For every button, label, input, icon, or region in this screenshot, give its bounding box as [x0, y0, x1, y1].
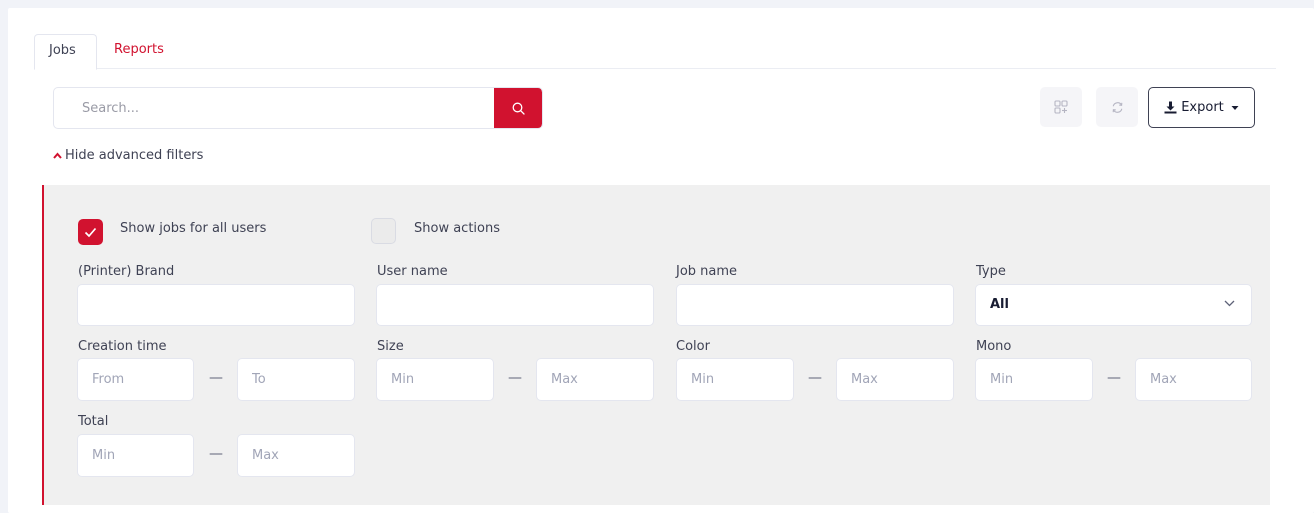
type-label: Type [976, 264, 1006, 279]
color-label: Color [676, 339, 710, 354]
type-select-value: All [990, 297, 1009, 312]
export-label: Export [1181, 100, 1224, 115]
size-max-input[interactable] [536, 358, 654, 401]
total-min-input[interactable] [77, 434, 194, 477]
search-input[interactable] [54, 88, 496, 128]
search-button[interactable] [494, 88, 542, 128]
job-name-input[interactable] [676, 284, 954, 326]
tab-reports[interactable]: Reports [100, 34, 178, 70]
export-button[interactable]: Export [1148, 87, 1255, 128]
total-max-input[interactable] [237, 434, 355, 477]
creation-time-from-input[interactable] [77, 358, 194, 401]
show-all-users-label: Show jobs for all users [120, 221, 267, 236]
creation-time-separator: — [209, 370, 223, 386]
hide-advanced-filters-label: Hide advanced filters [65, 148, 204, 163]
mono-label: Mono [976, 339, 1012, 354]
search-icon [512, 102, 525, 115]
mono-separator: — [1107, 370, 1121, 386]
caret-down-icon [1231, 105, 1239, 110]
mono-max-input[interactable] [1135, 358, 1252, 401]
color-max-input[interactable] [836, 358, 954, 401]
refresh-button[interactable] [1096, 87, 1138, 127]
total-separator: — [209, 446, 223, 462]
size-min-input[interactable] [376, 358, 494, 401]
show-actions-label: Show actions [414, 221, 500, 236]
refresh-icon [1112, 101, 1122, 113]
tab-bar: Jobs Reports [34, 34, 1276, 70]
caret-up-icon [53, 152, 62, 159]
size-label: Size [377, 339, 404, 354]
chevron-down-icon [1224, 300, 1235, 307]
show-all-users-checkbox[interactable] [78, 219, 103, 245]
color-separator: — [808, 370, 822, 386]
creation-time-label: Creation time [78, 339, 167, 354]
color-min-input[interactable] [676, 358, 794, 401]
user-name-input[interactable] [376, 284, 654, 326]
download-icon [1164, 101, 1177, 114]
user-name-label: User name [377, 264, 448, 279]
brand-label: (Printer) Brand [78, 264, 175, 279]
size-separator: — [508, 370, 522, 386]
column-layout-button[interactable] [1040, 87, 1082, 127]
search-bar [53, 87, 543, 129]
tab-jobs[interactable]: Jobs [34, 34, 97, 70]
creation-time-to-input[interactable] [237, 358, 355, 401]
job-name-label: Job name [676, 264, 738, 279]
show-actions-checkbox[interactable] [371, 218, 396, 244]
checkmark-icon [84, 227, 97, 237]
type-select[interactable]: All [975, 284, 1252, 326]
hide-advanced-filters-link[interactable]: Hide advanced filters [53, 148, 203, 163]
mono-min-input[interactable] [975, 358, 1093, 401]
grid-icon [1054, 100, 1068, 114]
brand-input[interactable] [77, 284, 355, 326]
total-label: Total [78, 414, 109, 429]
